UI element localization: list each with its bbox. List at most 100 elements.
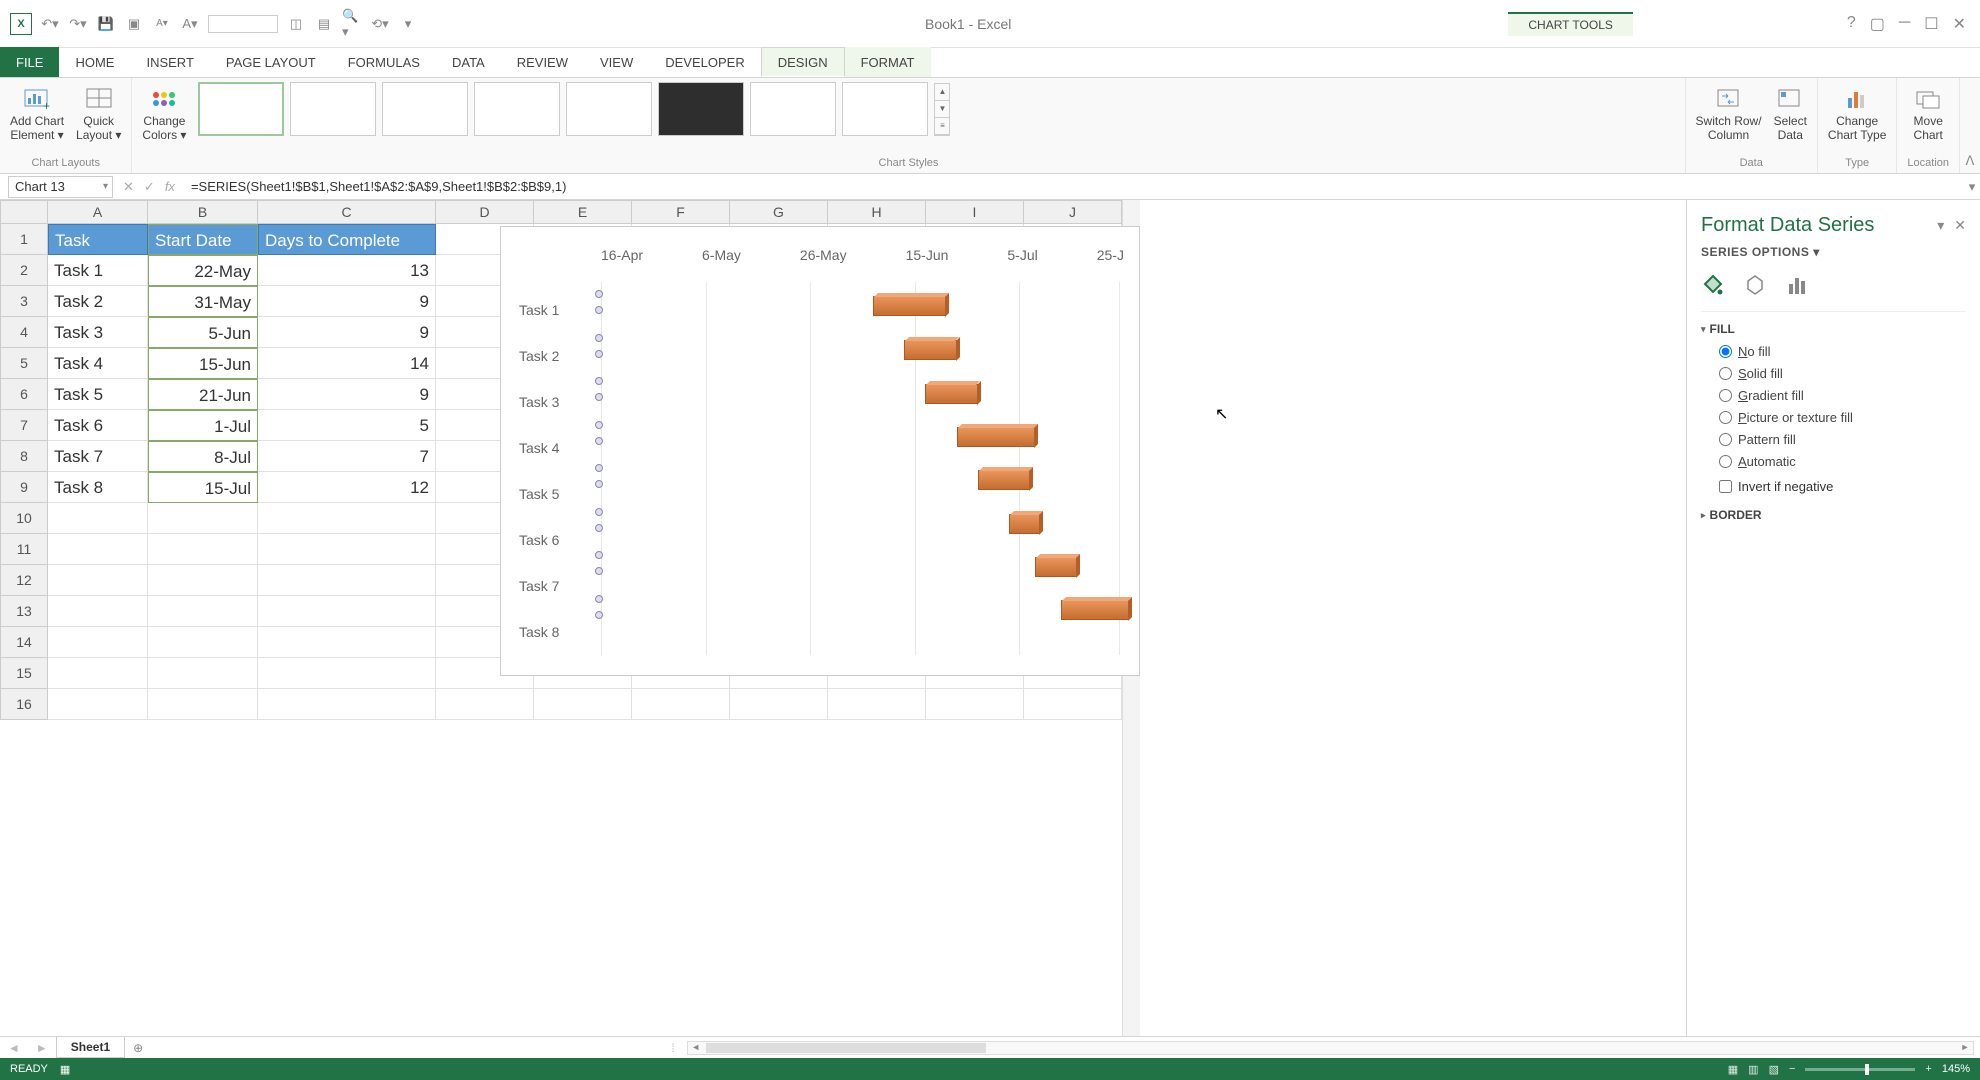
- close-icon[interactable]: ✕: [1953, 14, 1966, 34]
- cell[interactable]: [258, 627, 436, 658]
- effects-icon[interactable]: [1743, 273, 1767, 297]
- minimize-icon[interactable]: ─: [1899, 14, 1910, 34]
- cell[interactable]: [258, 565, 436, 596]
- series-handle[interactable]: [595, 567, 603, 575]
- series-handle[interactable]: [595, 350, 603, 358]
- scroll-right-icon[interactable]: ►: [1957, 1042, 1973, 1054]
- cell[interactable]: [828, 689, 926, 720]
- style-more-icon[interactable]: ≡: [935, 118, 949, 135]
- zoom-level[interactable]: 145%: [1942, 1063, 1970, 1075]
- cell[interactable]: 14: [258, 348, 436, 379]
- select-all-corner[interactable]: [0, 200, 48, 224]
- series-handle[interactable]: [595, 393, 603, 401]
- cell[interactable]: [258, 503, 436, 534]
- cell[interactable]: [148, 596, 258, 627]
- cell[interactable]: Task 7: [48, 441, 148, 472]
- col-header[interactable]: I: [926, 200, 1024, 224]
- cell[interactable]: [730, 689, 828, 720]
- cell[interactable]: [148, 503, 258, 534]
- row-header[interactable]: 15: [0, 658, 48, 689]
- row-header[interactable]: 7: [0, 410, 48, 441]
- scroll-left-icon[interactable]: ◄: [688, 1042, 704, 1054]
- maximize-icon[interactable]: ☐: [1924, 14, 1938, 34]
- undo-icon[interactable]: ↶▾: [40, 14, 60, 34]
- formula-input[interactable]: =SERIES(Sheet1!$B$1,Sheet1!$A$2:$A$9,She…: [185, 179, 1964, 194]
- col-header[interactable]: J: [1024, 200, 1122, 224]
- tab-data[interactable]: DATA: [436, 47, 501, 77]
- cell[interactable]: 13: [258, 255, 436, 286]
- cell[interactable]: 9: [258, 379, 436, 410]
- row-header[interactable]: 1: [0, 224, 48, 255]
- save-icon[interactable]: 💾: [96, 14, 116, 34]
- tab-home[interactable]: HOME: [59, 47, 130, 77]
- style-thumb[interactable]: [566, 82, 652, 136]
- macro-record-icon[interactable]: ▦: [60, 1063, 70, 1076]
- cell[interactable]: [148, 627, 258, 658]
- cell[interactable]: 15-Jun: [148, 348, 258, 379]
- select-data-button[interactable]: Select Data: [1774, 82, 1807, 143]
- cell[interactable]: Days to Complete: [258, 224, 436, 255]
- qat-item[interactable]: ▤: [314, 14, 334, 34]
- tab-developer[interactable]: DEVELOPER: [649, 47, 760, 77]
- name-box[interactable]: Chart 13: [8, 176, 113, 198]
- col-header[interactable]: D: [436, 200, 534, 224]
- row-header[interactable]: 2: [0, 255, 48, 286]
- cell[interactable]: [148, 534, 258, 565]
- excel-icon[interactable]: X: [10, 13, 32, 35]
- series-handle[interactable]: [595, 480, 603, 488]
- style-thumb[interactable]: [750, 82, 836, 136]
- tab-format[interactable]: FORMAT: [845, 47, 931, 77]
- cell[interactable]: [258, 596, 436, 627]
- cell[interactable]: Task 4: [48, 348, 148, 379]
- tab-file[interactable]: FILE: [0, 47, 59, 77]
- style-down-icon[interactable]: ▼: [935, 101, 949, 118]
- cell[interactable]: [148, 689, 258, 720]
- tab-insert[interactable]: INSERT: [130, 47, 209, 77]
- qat-item[interactable]: ▣: [124, 14, 144, 34]
- col-header[interactable]: B: [148, 200, 258, 224]
- zoom-slider[interactable]: [1805, 1068, 1915, 1071]
- fill-section-header[interactable]: FILL: [1701, 322, 1966, 336]
- tab-page-layout[interactable]: PAGE LAYOUT: [210, 47, 332, 77]
- add-sheet-icon[interactable]: ⊕: [125, 1041, 151, 1055]
- series-handle[interactable]: [595, 290, 603, 298]
- tab-formulas[interactable]: FORMULAS: [332, 47, 436, 77]
- change-chart-type-button[interactable]: Change Chart Type: [1828, 82, 1886, 143]
- cell[interactable]: 1-Jul: [148, 410, 258, 441]
- row-header[interactable]: 6: [0, 379, 48, 410]
- series-handle[interactable]: [595, 437, 603, 445]
- cell[interactable]: Task: [48, 224, 148, 255]
- chart-plot-area[interactable]: [601, 282, 1124, 655]
- ribbon-display-icon[interactable]: ▢: [1870, 14, 1885, 34]
- row-header[interactable]: 5: [0, 348, 48, 379]
- sheet-tab[interactable]: Sheet1: [56, 1037, 125, 1058]
- series-handle[interactable]: [595, 421, 603, 429]
- series-options-dropdown[interactable]: SERIES OPTIONS ▾: [1701, 245, 1966, 259]
- col-header[interactable]: C: [258, 200, 436, 224]
- tab-design[interactable]: DESIGN: [761, 47, 845, 77]
- style-thumb[interactable]: [198, 82, 284, 136]
- cell[interactable]: Task 6: [48, 410, 148, 441]
- style-thumb[interactable]: [658, 82, 744, 136]
- row-header[interactable]: 10: [0, 503, 48, 534]
- style-thumb[interactable]: [474, 82, 560, 136]
- pane-close-icon[interactable]: ✕: [1954, 217, 1966, 234]
- cell[interactable]: 15-Jul: [148, 472, 258, 503]
- horizontal-scrollbar[interactable]: ◄ ►: [687, 1041, 1974, 1055]
- cell[interactable]: [926, 689, 1024, 720]
- cell[interactable]: 22-May: [148, 255, 258, 286]
- series-options-icon[interactable]: [1785, 273, 1809, 297]
- row-header[interactable]: 14: [0, 627, 48, 658]
- sheet-nav-prev-icon[interactable]: ◄: [0, 1041, 28, 1055]
- font-inc-icon[interactable]: A▾: [180, 14, 200, 34]
- fill-option-no-fill[interactable]: No fill: [1719, 344, 1966, 359]
- row-header[interactable]: 12: [0, 565, 48, 596]
- cell[interactable]: [258, 534, 436, 565]
- cell[interactable]: [436, 689, 534, 720]
- col-header[interactable]: E: [534, 200, 632, 224]
- qat-item[interactable]: ⟲▾: [370, 14, 390, 34]
- data-bar[interactable]: [1061, 600, 1129, 620]
- series-handle[interactable]: [595, 306, 603, 314]
- cell[interactable]: 8-Jul: [148, 441, 258, 472]
- cell[interactable]: 12: [258, 472, 436, 503]
